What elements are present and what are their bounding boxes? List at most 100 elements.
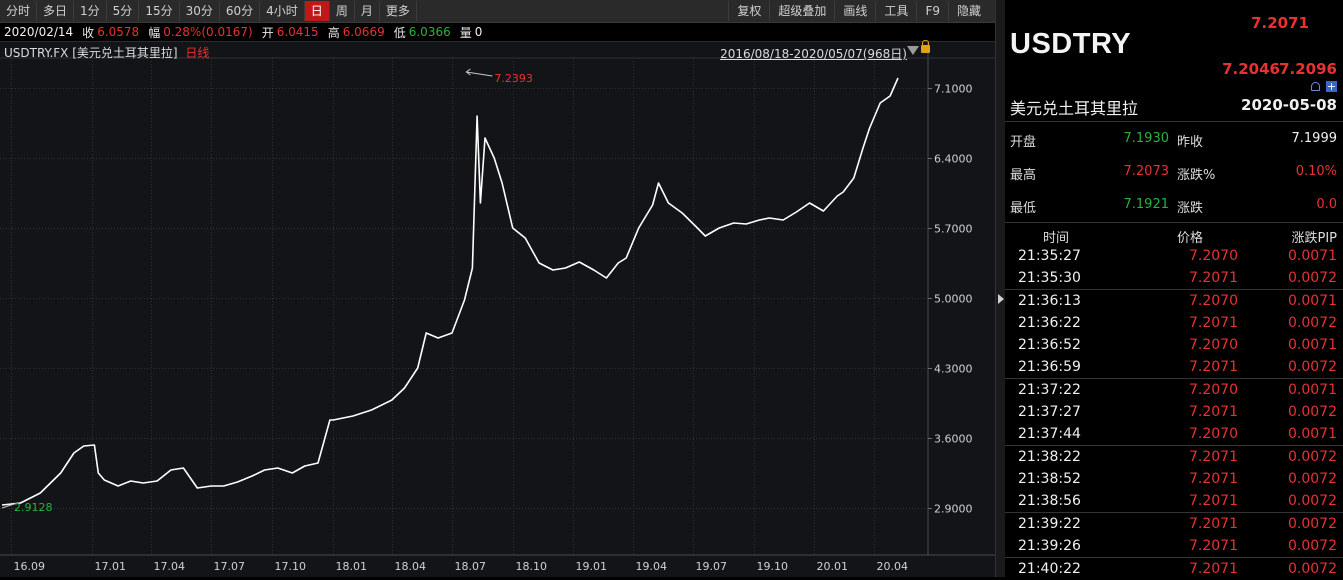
trade-pip: 0.0071: [1288, 382, 1337, 398]
x-tick-label: 18.01: [336, 560, 368, 573]
trade-time: 21:39:22: [1018, 516, 1081, 532]
chart-symbol: USDTRY.FX: [4, 46, 69, 60]
stat-value: 0.0: [1316, 197, 1337, 212]
x-tick-label: 20.04: [877, 560, 909, 573]
trade-row[interactable]: 21:38:52 7.2071 0.0072: [1005, 468, 1343, 490]
period-button[interactable]: 更多: [380, 1, 417, 21]
trade-price: 7.2071: [1189, 516, 1238, 532]
trade-row[interactable]: 21:38:56 7.2071 0.0072: [1005, 490, 1343, 512]
trade-time: 21:37:44: [1018, 426, 1081, 442]
toolbar-button[interactable]: 隐藏: [947, 1, 995, 21]
price-header: 价格: [1177, 231, 1204, 246]
trades-list[interactable]: 21:35:27 7.2070 0.0071 21:35:30 7.2071 0.0072…: [1005, 245, 1343, 580]
stat-label: 涨跌%: [1177, 168, 1216, 183]
y-tick-label: 2.9000: [934, 503, 973, 516]
trade-price: 7.2071: [1189, 449, 1238, 465]
trade-price: 7.2071: [1189, 493, 1238, 509]
y-tick-label: 5.7000: [934, 223, 973, 236]
trade-price: 7.2071: [1189, 404, 1238, 420]
y-tick-label: 4.3000: [934, 363, 973, 376]
period-button[interactable]: 周: [330, 1, 355, 21]
trade-row[interactable]: 21:36:13 7.2070 0.0071: [1005, 289, 1343, 312]
trade-time: 21:35:30: [1018, 270, 1081, 286]
trade-time: 21:36:52: [1018, 337, 1081, 353]
trade-row[interactable]: 21:36:59 7.2071 0.0072: [1005, 356, 1343, 378]
expand-arrow-icon[interactable]: [998, 294, 1004, 304]
time-header: 时间: [1043, 231, 1070, 246]
trade-row[interactable]: 21:38:22 7.2071 0.0072: [1005, 445, 1343, 468]
stat-value: 0.10%: [1295, 164, 1337, 179]
trade-pip: 0.0072: [1288, 404, 1337, 420]
last-price: 7.2071: [1251, 14, 1309, 32]
ohlc-info-bar: 2020/02/14 收 6.0578 幅 0.28%(0.0167) 开 6.…: [0, 23, 999, 42]
trade-price: 7.2070: [1189, 426, 1238, 442]
high-label: 高: [327, 25, 340, 40]
low-value: 6.0366: [408, 25, 451, 39]
stat-row: 最低 7.1921 涨跌 0.0: [1005, 188, 1343, 221]
period-button[interactable]: 日: [304, 1, 330, 21]
period-toolbar: 分时 多日 1分 5分 15分 30分 60分 4小时日周月更多 复权 超级叠加 画线 工具 F9 隐藏: [0, 0, 995, 23]
x-tick-label: 19.10: [757, 560, 789, 573]
period-button[interactable]: 4小时: [260, 1, 305, 21]
ask-price: 7.2096: [1279, 60, 1337, 78]
x-tick-label: 17.04: [154, 560, 186, 573]
trade-pip: 0.0072: [1288, 270, 1337, 286]
date-range-label[interactable]: 2016/08/18-2020/05/07(968日): [720, 45, 907, 62]
trade-time: 21:36:13: [1018, 293, 1081, 309]
period-button[interactable]: 分时: [0, 1, 38, 21]
chart-name: [美元兑土耳其里拉]: [72, 46, 178, 60]
bell-icon[interactable]: [1311, 82, 1320, 91]
dropdown-arrow-icon[interactable]: [907, 46, 919, 55]
x-tick-label: 19.07: [696, 560, 728, 573]
trade-row[interactable]: 21:39:22 7.2071 0.0072: [1005, 512, 1343, 535]
toolbar-button[interactable]: 画线: [834, 1, 875, 21]
trade-row[interactable]: 21:37:27 7.2071 0.0072: [1005, 401, 1343, 423]
chart-period: 日线: [185, 46, 210, 60]
period-button[interactable]: 5分: [107, 1, 140, 21]
change-value: 0.28%(0.0167): [163, 25, 253, 39]
trade-row[interactable]: 21:39:26 7.2071 0.0072: [1005, 535, 1343, 557]
period-button[interactable]: 1分: [74, 1, 107, 21]
y-tick-label: 7.1000: [934, 83, 973, 96]
toolbar-button[interactable]: F9: [916, 1, 948, 21]
x-tick-label: 20.01: [817, 560, 849, 573]
open-label: 开: [261, 25, 274, 40]
volume-value: 0: [474, 25, 483, 39]
stat-label: 涨跌: [1177, 201, 1204, 216]
trade-time: 21:35:27: [1018, 248, 1081, 264]
lock-icon[interactable]: [921, 40, 930, 53]
trade-row[interactable]: 21:37:22 7.2070 0.0071: [1005, 378, 1343, 401]
period-button[interactable]: 月: [355, 1, 380, 21]
price-chart[interactable]: 7.1000 6.4000 5.7000 5.0000 4.3000 3.6000 2.90…: [0, 40, 995, 577]
toolbar-button[interactable]: 工具: [875, 1, 916, 21]
trade-row[interactable]: 21:37:44 7.2070 0.0071: [1005, 423, 1343, 445]
stat-value: 7.1930: [1123, 131, 1170, 146]
trade-price: 7.2071: [1189, 471, 1238, 487]
trade-pip: 0.0071: [1288, 337, 1337, 353]
toolbar-button[interactable]: 复权: [728, 1, 769, 21]
volume-label: 量: [459, 25, 472, 40]
period-button[interactable]: 30分: [180, 1, 220, 21]
add-icon[interactable]: +: [1326, 81, 1337, 92]
stat-label: 昨收: [1177, 135, 1204, 150]
trade-row[interactable]: 21:35:30 7.2071 0.0072: [1005, 267, 1343, 289]
stat-label: 开盘: [1010, 135, 1037, 150]
chart-svg[interactable]: 7.1000 6.4000 5.7000 5.0000 4.3000 3.6000 2.90…: [0, 42, 995, 577]
chart-title: USDTRY.FX [美元兑土耳其里拉] 日线: [4, 44, 209, 61]
max-annotation-arrow: [466, 71, 493, 77]
trade-row[interactable]: 21:35:27 7.2070 0.0071: [1005, 245, 1343, 267]
toolbar-right-buttons: 复权 超级叠加 画线 工具 F9 隐藏: [728, 1, 995, 21]
y-tick-label: 6.4000: [934, 153, 973, 166]
toolbar-button[interactable]: 超级叠加: [769, 1, 834, 21]
stat-row: 最高 7.2073 涨跌% 0.10%: [1005, 155, 1343, 188]
x-tick-label: 18.04: [395, 560, 427, 573]
trade-row[interactable]: 21:36:52 7.2070 0.0071: [1005, 334, 1343, 356]
low-label: 低: [393, 25, 406, 40]
stat-row: 开盘 7.1930 昨收 7.1999: [1005, 122, 1343, 155]
period-button[interactable]: 15分: [139, 1, 180, 21]
period-button[interactable]: 60分: [220, 1, 261, 21]
trade-row[interactable]: 21:36:22 7.2071 0.0072: [1005, 312, 1343, 334]
stat-label: 最低: [1010, 201, 1037, 216]
min-annotation-label: 2.9128: [14, 501, 53, 514]
period-button[interactable]: 多日: [37, 1, 75, 21]
